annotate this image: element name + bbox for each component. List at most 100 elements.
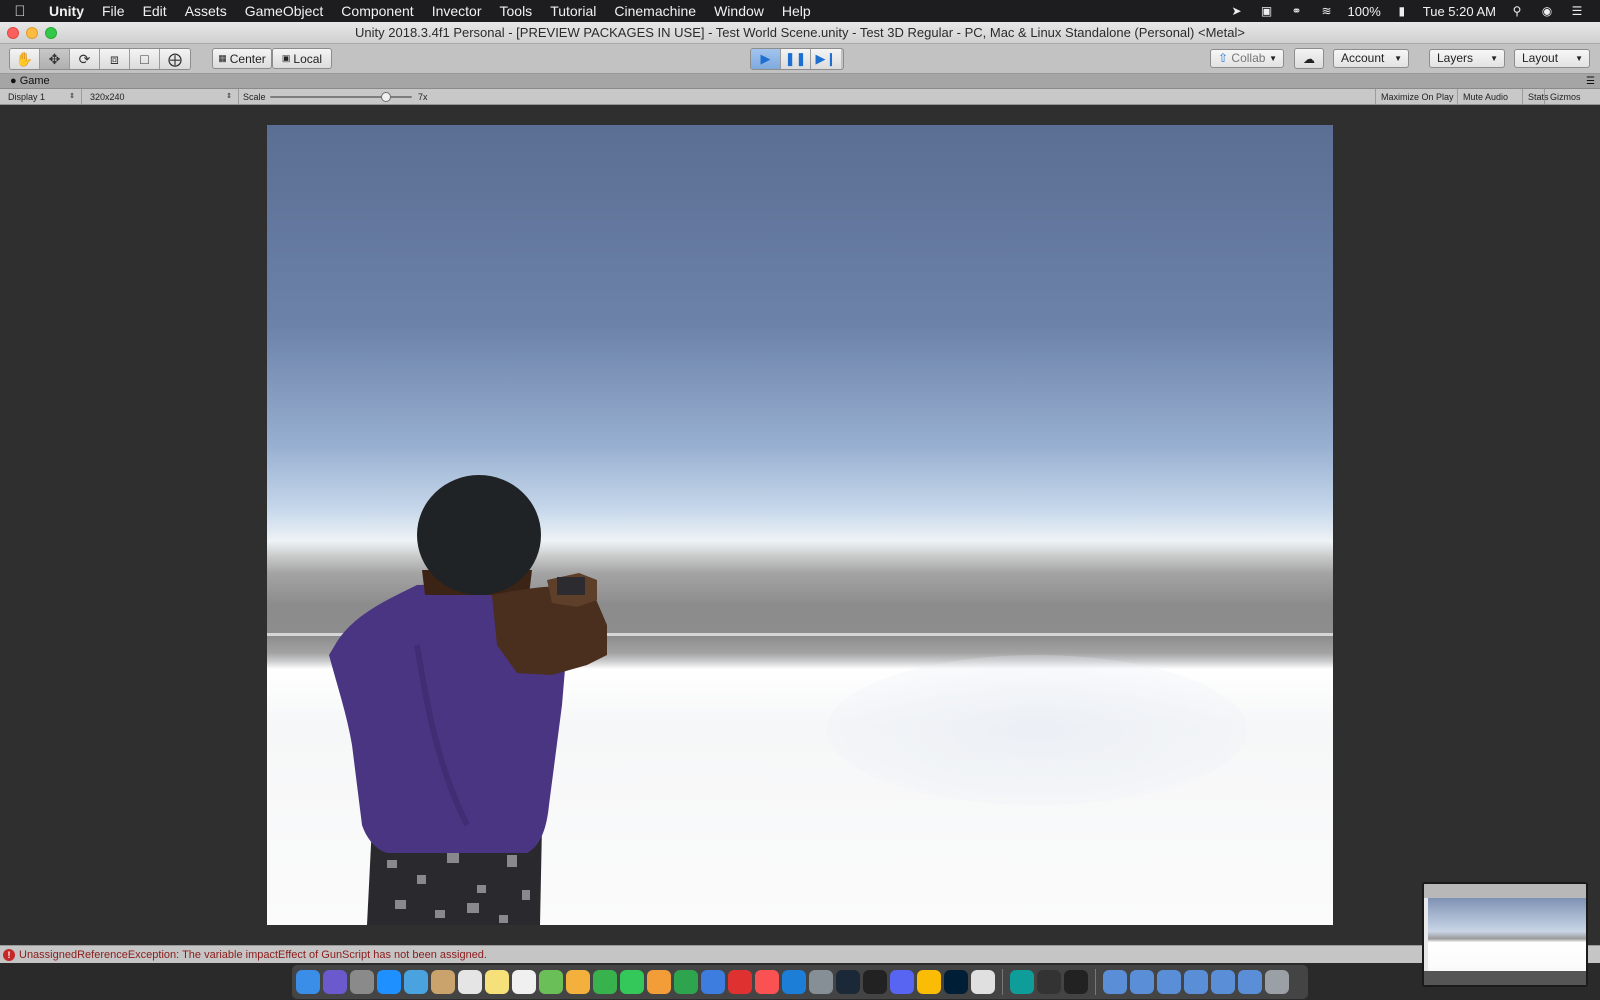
gizmos-dropdown[interactable]: Gizmos xyxy=(1544,89,1595,105)
menu-invector[interactable]: Invector xyxy=(423,0,491,22)
calendar-icon[interactable] xyxy=(458,970,482,994)
unity-icon[interactable] xyxy=(1064,970,1088,994)
mute-audio-toggle[interactable]: Mute Audio xyxy=(1457,89,1513,105)
play-button-icon[interactable]: ▶ xyxy=(751,49,781,69)
stickies-icon[interactable] xyxy=(485,970,509,994)
dock-separator xyxy=(1002,969,1003,995)
close-window-button[interactable] xyxy=(7,27,19,39)
menu-tools[interactable]: Tools xyxy=(491,0,542,22)
messages-icon[interactable] xyxy=(593,970,617,994)
maya-icon[interactable] xyxy=(1010,970,1034,994)
tab-game-label: Game xyxy=(19,75,50,87)
maximize-on-play-toggle[interactable]: Maximize On Play xyxy=(1375,89,1459,105)
menu-component[interactable]: Component xyxy=(332,0,422,22)
menu-bar:  Unity File Edit Assets GameObject Comp… xyxy=(0,0,1600,22)
folder-icon[interactable] xyxy=(1130,970,1154,994)
layers-dropdown[interactable]: Layers ▼ xyxy=(1429,49,1505,68)
game-viewport[interactable] xyxy=(267,125,1333,925)
chevron-down-icon: ▼ xyxy=(1490,54,1498,63)
hand-tool-icon[interactable]: ✋ xyxy=(10,49,40,69)
local-space-button[interactable]: ▣ Local xyxy=(272,48,332,69)
folder-icon[interactable] xyxy=(1103,970,1127,994)
menu-window[interactable]: Window xyxy=(705,0,773,22)
scale-tool-icon[interactable]: ⧈ xyxy=(100,49,130,69)
tab-game[interactable]: ● Game xyxy=(6,74,56,89)
layout-dropdown[interactable]: Layout ▼ xyxy=(1514,49,1590,68)
pause-button-icon[interactable]: ❚❚ xyxy=(781,49,811,69)
step-button-icon[interactable]: ▶❙ xyxy=(811,49,841,69)
collab-label: Collab xyxy=(1231,51,1266,65)
menu-edit[interactable]: Edit xyxy=(134,0,176,22)
collab-dropdown[interactable]: ⇧ Collab ▼ xyxy=(1210,49,1284,68)
photos-icon[interactable] xyxy=(566,970,590,994)
move-tool-icon[interactable]: ✥ xyxy=(40,49,70,69)
screenshot-thumbnail[interactable] xyxy=(1422,882,1588,987)
news-icon[interactable] xyxy=(728,970,752,994)
rotate-tool-icon[interactable]: ⟳ xyxy=(70,49,100,69)
siri-icon[interactable]: ◉ xyxy=(1538,4,1556,18)
trash-icon[interactable] xyxy=(1265,970,1289,994)
appstore-icon[interactable] xyxy=(782,970,806,994)
photoshop-icon[interactable] xyxy=(944,970,968,994)
error-icon: ! xyxy=(3,949,15,961)
resolution-select[interactable]: 320x240 ⇕ xyxy=(82,89,239,105)
maps-icon[interactable] xyxy=(539,970,563,994)
preferences-icon[interactable] xyxy=(809,970,833,994)
account-dropdown[interactable]: Account ▼ xyxy=(1333,49,1409,68)
siri-icon[interactable] xyxy=(323,970,347,994)
discord-icon[interactable] xyxy=(890,970,914,994)
keynote-icon[interactable] xyxy=(701,970,725,994)
unity-hub-icon[interactable] xyxy=(1037,970,1061,994)
menu-help[interactable]: Help xyxy=(773,0,820,22)
chevron-down-icon: ▼ xyxy=(1575,54,1583,63)
menu-unity[interactable]: Unity xyxy=(40,0,93,22)
send-icon[interactable]: ➤ xyxy=(1228,4,1246,18)
menu-assets[interactable]: Assets xyxy=(176,0,236,22)
spotlight-search-icon[interactable]: ⚲ xyxy=(1508,4,1526,18)
chrome-icon[interactable] xyxy=(917,970,941,994)
transform-tool-icon[interactable]: ⨁ xyxy=(160,49,190,69)
maximize-window-button[interactable] xyxy=(45,27,57,39)
scale-slider-thumb[interactable] xyxy=(381,92,392,102)
folder-icon[interactable] xyxy=(1157,970,1181,994)
notes-icon[interactable] xyxy=(431,970,455,994)
launchpad-icon[interactable] xyxy=(350,970,374,994)
reminders-icon[interactable] xyxy=(512,970,536,994)
music-icon[interactable] xyxy=(755,970,779,994)
apple-menu-icon[interactable]:  xyxy=(0,3,40,20)
preview-icon[interactable] xyxy=(404,970,428,994)
dock xyxy=(0,963,1600,1000)
menu-file[interactable]: File xyxy=(93,0,134,22)
display-select[interactable]: Display 1 ⇕ xyxy=(0,89,82,105)
pages-icon[interactable] xyxy=(647,970,671,994)
folder-icon[interactable] xyxy=(1238,970,1262,994)
roblox-icon[interactable] xyxy=(971,970,995,994)
folder-icon[interactable] xyxy=(1211,970,1235,994)
thumbnail-dock xyxy=(1424,971,1586,985)
wifi-icon[interactable]: ≋ xyxy=(1318,4,1336,18)
menu-tutorial[interactable]: Tutorial xyxy=(541,0,605,22)
chevron-down-icon: ▼ xyxy=(1394,54,1402,63)
facetime-icon[interactable] xyxy=(620,970,644,994)
pivot-center-button[interactable]: ▦ Center xyxy=(212,48,272,69)
zbrush-icon[interactable] xyxy=(863,970,887,994)
tab-options-icon[interactable]: ☰ xyxy=(1586,74,1595,89)
thumbnail-scene xyxy=(1428,898,1586,972)
safari-icon[interactable] xyxy=(377,970,401,994)
folder-icon[interactable] xyxy=(1184,970,1208,994)
menu-gameobject[interactable]: GameObject xyxy=(236,0,333,22)
creative-cloud-icon[interactable]: ⚭ xyxy=(1288,4,1306,18)
rect-tool-icon[interactable]: □ xyxy=(130,49,160,69)
numbers-icon[interactable] xyxy=(674,970,698,994)
menu-cinemachine[interactable]: Cinemachine xyxy=(605,0,705,22)
cloud-services-button[interactable]: ☁ xyxy=(1294,48,1324,69)
display-icon[interactable]: ▣ xyxy=(1258,4,1276,18)
finder-icon[interactable] xyxy=(296,970,320,994)
gun-icon xyxy=(557,577,585,595)
notification-center-icon[interactable]: ☰ xyxy=(1568,4,1586,18)
battery-icon[interactable]: ▮ xyxy=(1393,4,1411,18)
console-status-bar[interactable]: ! UnassignedReferenceException: The vari… xyxy=(0,945,1600,963)
clock[interactable]: Tue 5:20 AM xyxy=(1423,4,1496,19)
steam-icon[interactable] xyxy=(836,970,860,994)
minimize-window-button[interactable] xyxy=(26,27,38,39)
